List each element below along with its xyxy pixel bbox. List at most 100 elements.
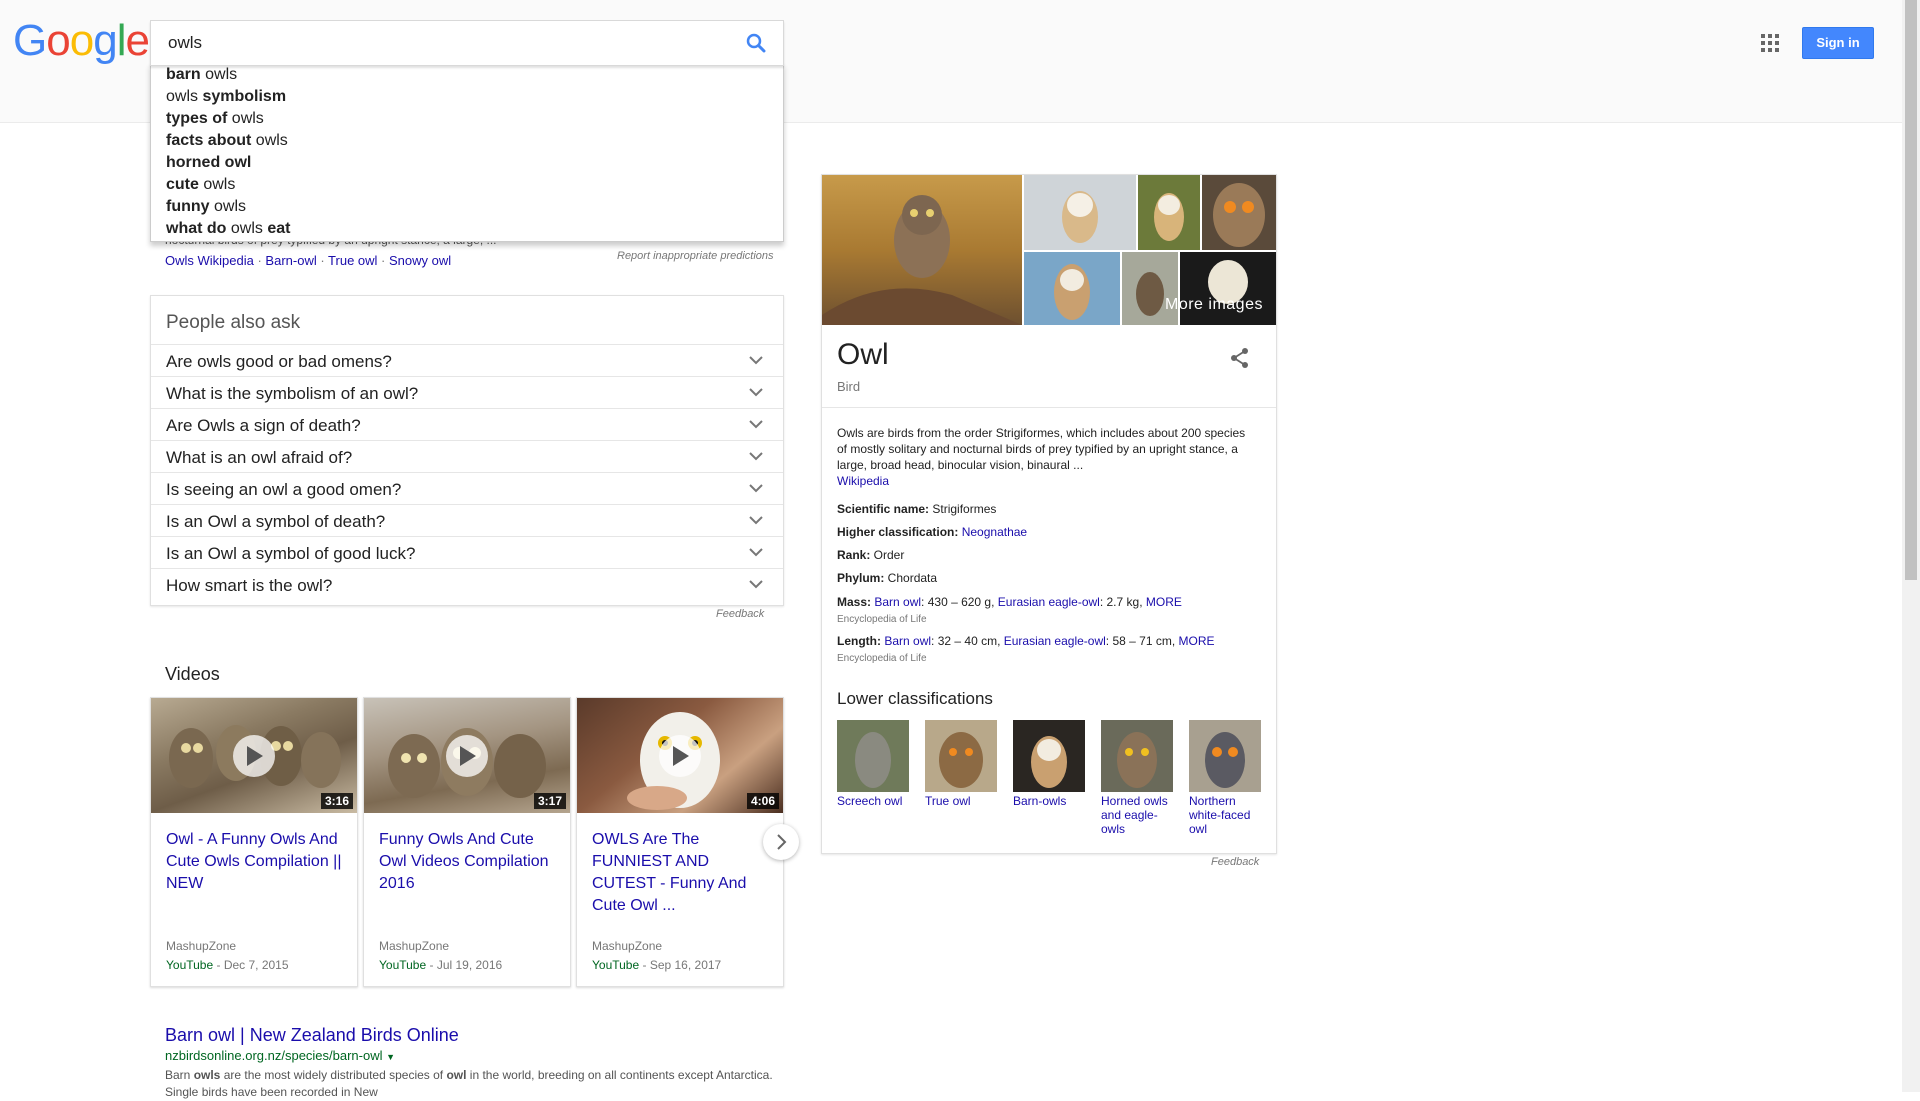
fact-more-link[interactable]: MORE [1179, 634, 1215, 648]
caret-down-icon[interactable]: ▼ [386, 1052, 395, 1062]
owl-image[interactable] [822, 175, 1022, 325]
video-card[interactable]: 3:16 Owl - A Funny Owls And Cute Owls Co… [150, 697, 358, 987]
fact-label: Higher classification: [837, 525, 959, 539]
entity-subtitle: Bird [837, 379, 861, 394]
suggestion-item[interactable]: owls symbolism [151, 86, 783, 108]
paa-question[interactable]: Is an Owl a symbol of death? [151, 504, 783, 537]
apps-grid-icon[interactable] [1761, 34, 1779, 52]
owl-image[interactable] [1024, 175, 1136, 250]
suggestion-bold: horned owl [166, 154, 252, 171]
chevron-down-icon [749, 420, 763, 429]
owl-image[interactable] [1180, 252, 1276, 325]
lower-classification-item[interactable]: Northern white-faced owl [1189, 720, 1261, 836]
fact-source[interactable]: Encyclopedia of Life [837, 614, 927, 625]
suggestion-item[interactable]: types of owls [151, 108, 783, 130]
paa-question[interactable]: Are Owls a sign of death? [151, 408, 783, 441]
fact-link[interactable]: Barn owl [884, 634, 931, 648]
classification-label[interactable]: True owl [925, 794, 997, 808]
paa-question[interactable]: Are owls good or bad omens? [151, 344, 783, 377]
lower-classifications-heading: Lower classifications [837, 689, 993, 708]
scrollbar-thumb[interactable] [1905, 0, 1917, 580]
fact-mass: Mass: Barn owl: 430 – 620 g, Eurasian ea… [837, 595, 1182, 609]
fact-higher-classification: Higher classification: Neognathae [837, 525, 1027, 539]
paa-question-text: Is seeing an owl a good omen? [166, 480, 402, 499]
sitelink[interactable]: Owls Wikipedia [165, 253, 254, 268]
videos-next-button[interactable] [763, 824, 799, 860]
image-grid[interactable]: More images [822, 175, 1276, 325]
sign-in-button[interactable]: Sign in [1802, 27, 1874, 59]
search-icon[interactable] [745, 32, 767, 54]
paa-question[interactable]: What is an owl afraid of? [151, 440, 783, 473]
suggestion-item[interactable]: horned owl [151, 152, 783, 174]
fact-link[interactable]: Barn owl [874, 595, 921, 609]
paa-question[interactable]: Is an Owl a symbol of good luck? [151, 536, 783, 569]
fact-phylum: Phylum: Chordata [837, 571, 937, 585]
fact-link[interactable]: Neognathae [962, 525, 1027, 539]
lower-classification-item[interactable]: True owl [925, 720, 997, 808]
classification-image[interactable] [837, 720, 909, 792]
classification-label[interactable]: Barn-owls [1013, 794, 1085, 808]
wikipedia-link[interactable]: Wikipedia [837, 474, 889, 488]
video-date: - Dec 7, 2015 [213, 958, 289, 972]
chevron-down-icon [749, 548, 763, 557]
paa-question[interactable]: Is seeing an owl a good omen? [151, 472, 783, 505]
classification-image[interactable] [1013, 720, 1085, 792]
suggestion-item[interactable]: facts about owls [151, 130, 783, 152]
fact-rank: Rank: Order [837, 548, 904, 562]
classification-image[interactable] [925, 720, 997, 792]
fact-label: Scientific name: [837, 502, 930, 516]
suggestion-bold: what do [166, 220, 227, 237]
video-thumbnail[interactable]: 4:06 [577, 698, 783, 813]
paa-question[interactable]: What is the symbolism of an owl? [151, 376, 783, 409]
lower-classification-item[interactable]: Screech owl [837, 720, 909, 808]
video-title[interactable]: OWLS Are The FUNNIEST AND CUTEST - Funny… [592, 829, 768, 917]
sitelink[interactable]: True owl [328, 253, 377, 268]
owl-image[interactable] [1024, 252, 1120, 325]
paa-feedback-link[interactable]: Feedback [716, 608, 764, 620]
suggestion-item[interactable]: funny owls [151, 196, 783, 218]
video-thumbnail[interactable]: 3:16 [151, 698, 357, 813]
suggestion-item[interactable]: what do owls eat [151, 218, 783, 240]
suggestion-bold: symbolism [202, 88, 287, 105]
owl-image[interactable] [1138, 175, 1200, 250]
classification-label[interactable]: Screech owl [837, 794, 909, 808]
video-thumbnail[interactable]: 3:17 [364, 698, 570, 813]
video-card[interactable]: 3:17 Funny Owls And Cute Owl Videos Comp… [363, 697, 571, 987]
video-card[interactable]: 4:06 OWLS Are The FUNNIEST AND CUTEST - … [576, 697, 784, 987]
sitelink[interactable]: Snowy owl [389, 253, 451, 268]
classification-image[interactable] [1189, 720, 1261, 792]
report-predictions-link[interactable]: Report inappropriate predictions [617, 250, 774, 262]
video-title[interactable]: Funny Owls And Cute Owl Videos Compilati… [379, 829, 555, 895]
google-logo[interactable]: Google [13, 16, 150, 66]
classification-image[interactable] [1101, 720, 1173, 792]
fact-link[interactable]: Eurasian eagle-owl [1004, 634, 1106, 648]
video-source: YouTube [166, 958, 214, 972]
paa-question[interactable]: How smart is the owl? [151, 568, 783, 601]
video-channel: MashupZone [379, 939, 450, 953]
suggestion-item[interactable]: barn owls [151, 64, 783, 86]
search-input[interactable] [166, 31, 730, 55]
fact-more-link[interactable]: MORE [1146, 595, 1182, 609]
video-title[interactable]: Owl - A Funny Owls And Cute Owls Compila… [166, 829, 342, 895]
share-icon[interactable] [1229, 347, 1251, 369]
lower-classification-item[interactable]: Horned owls and eagle-owls [1101, 720, 1173, 836]
lower-classification-item[interactable]: Barn-owls [1013, 720, 1085, 808]
play-icon[interactable] [233, 735, 275, 777]
classification-label[interactable]: Northern white-faced owl [1189, 794, 1261, 836]
chevron-down-icon [749, 580, 763, 589]
owl-image[interactable] [1122, 252, 1178, 325]
classification-label[interactable]: Horned owls and eagle-owls [1101, 794, 1173, 836]
knowledge-feedback-link[interactable]: Feedback [1211, 856, 1259, 868]
suggestion-bold: eat [267, 220, 291, 237]
play-icon[interactable] [659, 735, 701, 777]
fact-value: Order [870, 548, 905, 562]
result-title-link[interactable]: Barn owl | New Zealand Birds Online [165, 1025, 459, 1046]
owl-image[interactable] [1202, 175, 1276, 250]
fact-link[interactable]: Eurasian eagle-owl [998, 595, 1100, 609]
fact-value: : 58 – 71 cm, [1105, 634, 1179, 648]
fact-source[interactable]: Encyclopedia of Life [837, 653, 927, 664]
sitelink[interactable]: Barn-owl [265, 253, 316, 268]
more-images-link[interactable]: More images [1165, 296, 1263, 314]
suggestion-item[interactable]: cute owls [151, 174, 783, 196]
play-icon[interactable] [446, 735, 488, 777]
